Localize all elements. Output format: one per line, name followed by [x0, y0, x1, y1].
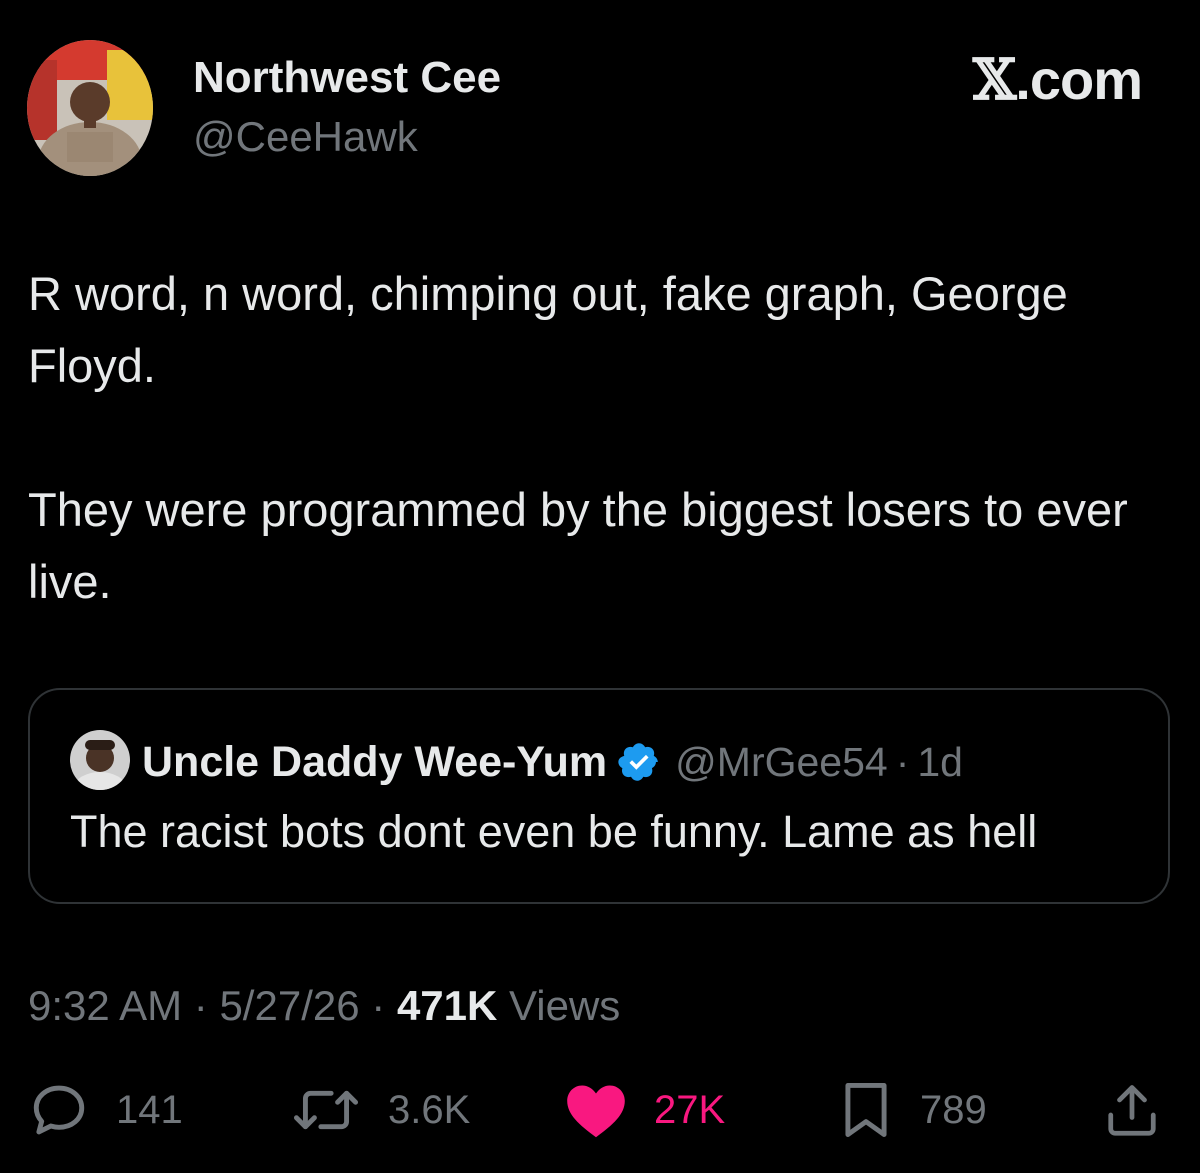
- verified-badge-icon: [617, 740, 661, 784]
- reply-count: 141: [116, 1087, 183, 1132]
- quoted-tweet-header: Uncle Daddy Wee-Yum @MrGee54 · 1d: [142, 734, 963, 790]
- quoted-author-avatar[interactable]: [70, 730, 130, 790]
- quoted-tweet-card[interactable]: Uncle Daddy Wee-Yum @MrGee54 · 1d The ra…: [28, 688, 1170, 904]
- author-handle[interactable]: @CeeHawk: [193, 112, 418, 162]
- like-count: 27K: [654, 1087, 726, 1132]
- separator-dot: ·: [193, 982, 208, 1029]
- tweet-paragraph: R word, n word, chimping out, fake graph…: [28, 267, 1068, 392]
- reply-icon: [33, 1085, 85, 1135]
- quoted-author-handle[interactable]: @MrGee54: [675, 739, 888, 786]
- quoted-tweet-age[interactable]: 1d: [917, 739, 963, 786]
- bookmark-count: 789: [920, 1087, 987, 1132]
- separator-dot: ·: [895, 738, 910, 785]
- user-photo-avatar: [70, 730, 130, 790]
- user-photo-avatar: [27, 40, 153, 176]
- tweet-paragraph: They were programmed by the biggest lose…: [28, 483, 1128, 608]
- repost-button[interactable]: 3.6K: [290, 1078, 470, 1142]
- quoted-tweet-text: The racist bots dont even be funny. Lame…: [70, 806, 1038, 857]
- quoted-author-name[interactable]: Uncle Daddy Wee-Yum: [142, 738, 607, 787]
- separator-dot: ·: [371, 982, 386, 1029]
- bookmark-icon: [845, 1083, 887, 1137]
- views-count: 471K: [396, 982, 498, 1029]
- share-button[interactable]: [1102, 1078, 1162, 1142]
- brand-watermark: 𝕏.com: [972, 47, 1143, 113]
- tweet-meta: 9:32 AM · 5/27/26 · 471K Views: [28, 978, 620, 1034]
- x-logo-icon: 𝕏: [972, 47, 1016, 113]
- author-display-name[interactable]: Northwest Cee: [193, 52, 501, 104]
- like-button[interactable]: 27K: [564, 1078, 725, 1142]
- brand-suffix: .com: [1015, 48, 1143, 111]
- heart-icon: [567, 1085, 625, 1138]
- reply-button[interactable]: 141: [28, 1078, 183, 1142]
- tweet-date[interactable]: 5/27/26: [219, 982, 359, 1029]
- tweet-text: R word, n word, chimping out, fake graph…: [28, 258, 1178, 618]
- repost-count: 3.6K: [388, 1087, 471, 1132]
- tweet-time[interactable]: 9:32 AM: [28, 982, 182, 1029]
- views-label: Views: [509, 982, 621, 1029]
- bookmark-button[interactable]: 789: [838, 1078, 987, 1142]
- author-avatar[interactable]: [27, 40, 153, 176]
- share-icon: [1108, 1085, 1156, 1136]
- repost-icon: [293, 1090, 359, 1130]
